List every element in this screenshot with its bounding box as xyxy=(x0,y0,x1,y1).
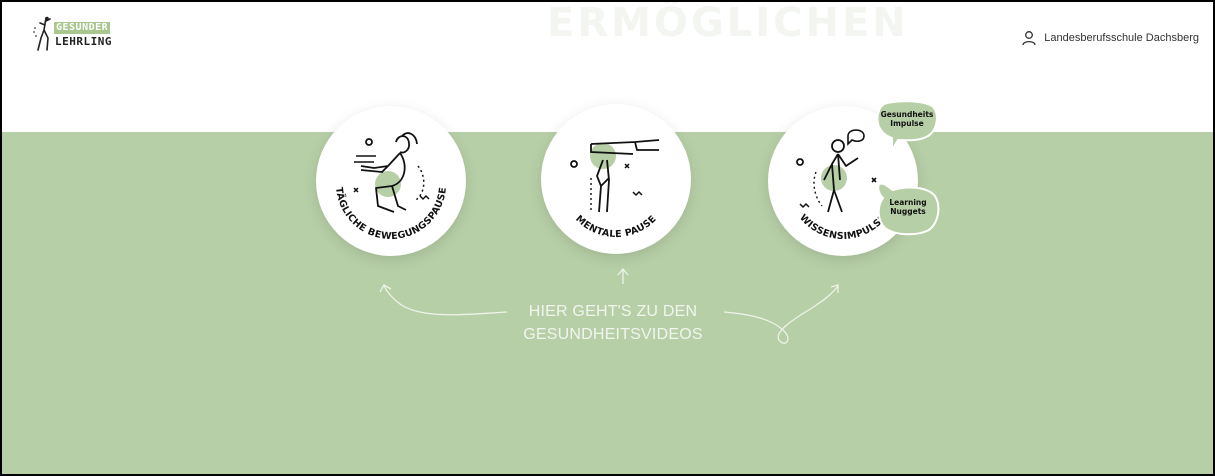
cta-line-2: GESUNDHEITSVIDEOS xyxy=(523,326,703,343)
gesunder-lehrling-logo[interactable]: GESUNDER LEHRLING xyxy=(30,16,120,52)
bubble-line: Nuggets xyxy=(890,207,926,216)
gesundheits-impulse-bubble[interactable]: Gesundheits Impulse xyxy=(874,100,940,152)
hand-pause-icon: MENTALE PAUSE xyxy=(570,139,660,240)
user-icon xyxy=(1022,31,1036,46)
bubble-line: Impulse xyxy=(890,119,924,128)
svg-text:MENTALE PAUSE: MENTALE PAUSE xyxy=(573,213,658,240)
logo-word-bottom: LEHRLING xyxy=(55,35,112,48)
cta-line-1: HIER GEHT'S ZU DEN xyxy=(528,303,698,320)
logo-word-top: GESUNDER xyxy=(54,22,111,34)
bubble-line: Gesundheits xyxy=(880,110,934,119)
account-button[interactable]: Landesberufsschule Dachsberg xyxy=(1021,30,1199,46)
gesundheitsvideos-link[interactable]: HIER GEHT'S ZU DEN GESUNDHEITSVIDEOS xyxy=(482,300,744,346)
card-label: MENTALE PAUSE xyxy=(573,213,658,240)
card-taegliche-bewegungspause[interactable]: TÄGLICHE BEWEGUNGSPAUSE xyxy=(316,106,466,256)
faded-heading: ERMÖGLICHEN xyxy=(547,0,909,46)
logo-figure-icon xyxy=(33,16,51,51)
squat-exercise-icon: TÄGLICHE BEWEGUNGSPAUSE xyxy=(333,132,449,242)
card-mentale-pause[interactable]: MENTALE PAUSE xyxy=(541,104,691,254)
bubble-line: Learning xyxy=(889,198,927,207)
learning-nuggets-bubble[interactable]: Learning Nuggets xyxy=(875,180,941,236)
page-frame: ERMÖGLICHEN GESUNDER LEHRLING Landesberu… xyxy=(0,0,1215,476)
account-label: Landesberufsschule Dachsberg xyxy=(1044,32,1199,44)
